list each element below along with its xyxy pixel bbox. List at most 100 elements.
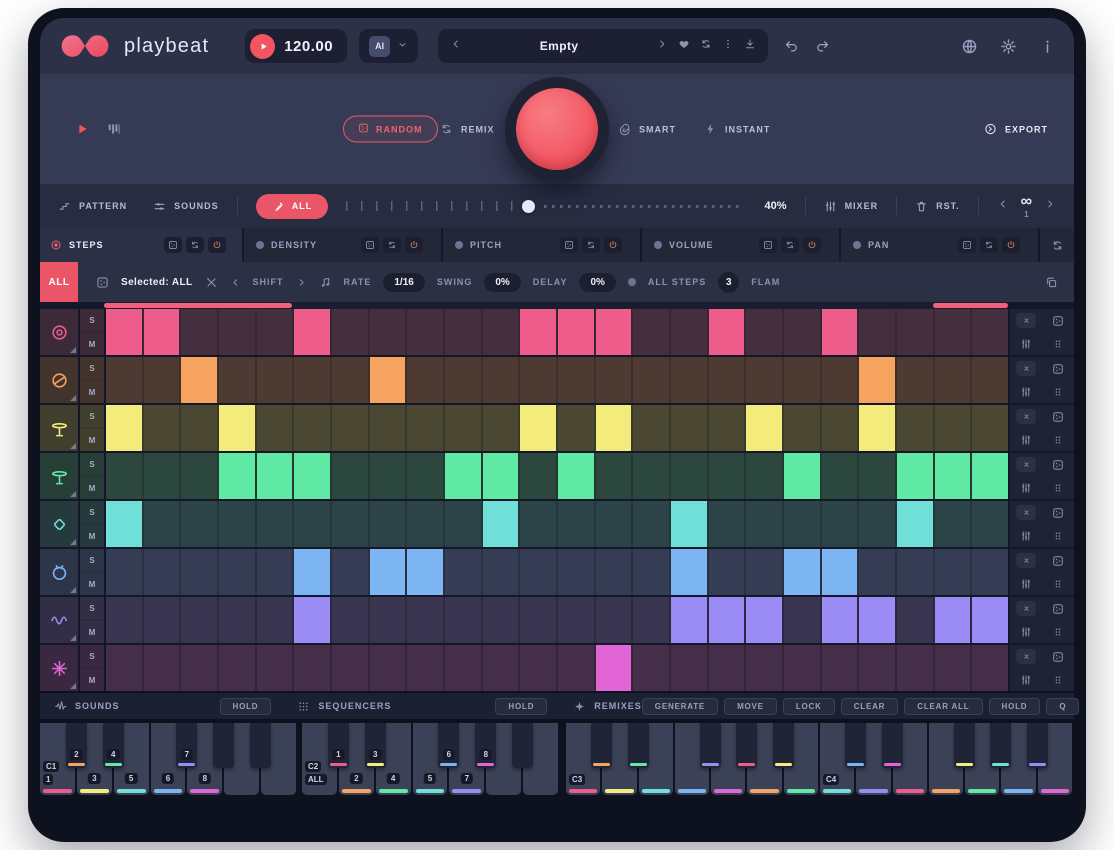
step-cell[interactable] — [558, 357, 594, 403]
step-cell[interactable] — [144, 405, 180, 451]
step-cell[interactable] — [257, 549, 293, 595]
step-cell[interactable] — [483, 549, 519, 595]
next-page-button[interactable] — [1044, 197, 1056, 215]
step-cell[interactable] — [972, 357, 1008, 403]
solo-button[interactable]: S — [80, 549, 104, 571]
step-cell[interactable] — [558, 597, 594, 643]
step-cell[interactable] — [106, 597, 142, 643]
step-cell[interactable] — [407, 549, 443, 595]
step-cell[interactable] — [106, 357, 142, 403]
step-cell[interactable] — [106, 549, 142, 595]
step-cell[interactable] — [558, 645, 594, 691]
dice-icon[interactable] — [958, 237, 976, 253]
expand-corner[interactable] — [70, 443, 76, 449]
move-button[interactable]: MOVE — [724, 698, 777, 715]
step-cell[interactable] — [445, 405, 481, 451]
step-cell[interactable] — [596, 405, 632, 451]
step-cell[interactable] — [332, 453, 368, 499]
step-cell[interactable] — [972, 645, 1008, 691]
step-cell[interactable] — [558, 549, 594, 595]
mute-button[interactable]: M — [80, 667, 104, 691]
step-cell[interactable] — [859, 405, 895, 451]
remix-button[interactable]: REMIX — [440, 123, 495, 136]
randomness-slider[interactable] — [346, 197, 746, 215]
step-cell[interactable] — [520, 597, 556, 643]
step-cell[interactable] — [294, 357, 330, 403]
step-cell[interactable] — [633, 549, 669, 595]
step-cell[interactable] — [633, 597, 669, 643]
clear-track-button[interactable] — [1016, 409, 1036, 424]
hold-button[interactable]: HOLD — [989, 698, 1041, 715]
step-cell[interactable] — [219, 453, 255, 499]
step-cell[interactable] — [596, 549, 632, 595]
pattern-tab[interactable]: PATTERN — [58, 200, 127, 213]
browser-globe-icon[interactable] — [961, 38, 978, 55]
step-cell[interactable] — [671, 405, 707, 451]
step-cell[interactable] — [332, 597, 368, 643]
expand-corner[interactable] — [70, 395, 76, 401]
random-button[interactable]: RANDOM — [343, 116, 438, 143]
solo-button[interactable]: S — [80, 405, 104, 427]
sliders-icon[interactable] — [1020, 482, 1032, 494]
step-cell[interactable] — [257, 501, 293, 547]
step-cell[interactable] — [784, 549, 820, 595]
step-cell[interactable] — [746, 501, 782, 547]
step-cell[interactable] — [784, 405, 820, 451]
power-icon[interactable] — [803, 237, 821, 253]
track-hihat-button[interactable] — [40, 405, 78, 451]
sounds-tab[interactable]: SOUNDS — [153, 200, 219, 213]
clear-button[interactable]: CLEAR — [841, 698, 899, 715]
piano-key-black[interactable]: 1 — [328, 723, 349, 768]
step-cell[interactable] — [784, 645, 820, 691]
shift-left-button[interactable] — [230, 277, 241, 288]
step-cell[interactable] — [219, 645, 255, 691]
step-cell[interactable] — [332, 405, 368, 451]
step-cell[interactable] — [407, 357, 443, 403]
step-cell[interactable] — [784, 453, 820, 499]
reset-button[interactable]: RST. — [915, 200, 960, 213]
track-tom-button[interactable] — [40, 549, 78, 595]
mute-button[interactable]: M — [80, 571, 104, 595]
step-cell[interactable] — [671, 501, 707, 547]
step-cell[interactable] — [897, 645, 933, 691]
step-cell[interactable] — [897, 501, 933, 547]
delay-value[interactable]: 0% — [579, 273, 615, 292]
drag-handle-icon[interactable] — [1052, 386, 1064, 398]
step-cell[interactable] — [822, 549, 858, 595]
step-cell[interactable] — [633, 309, 669, 355]
loop-range-indicator[interactable] — [933, 303, 1008, 308]
hold-sequencers-button[interactable]: HOLD — [495, 698, 547, 715]
solo-button[interactable]: S — [80, 501, 104, 523]
step-cell[interactable] — [935, 645, 971, 691]
step-cell[interactable] — [181, 549, 217, 595]
expand-corner[interactable] — [70, 683, 76, 689]
shuffle-icon[interactable] — [700, 37, 712, 55]
step-cell[interactable] — [709, 645, 745, 691]
generate-button[interactable]: GENERATE — [642, 698, 718, 715]
sliders-icon[interactable] — [1020, 338, 1032, 350]
step-cell[interactable] — [709, 597, 745, 643]
solo-button[interactable]: S — [80, 597, 104, 619]
step-cell[interactable] — [370, 501, 406, 547]
mute-button[interactable]: M — [80, 427, 104, 451]
loop-icon[interactable] — [582, 237, 600, 253]
info-icon[interactable] — [1039, 38, 1056, 55]
step-cell[interactable] — [972, 405, 1008, 451]
piano-key-black[interactable]: 6 — [438, 723, 459, 768]
preset-name[interactable]: Empty — [472, 39, 646, 53]
step-cell[interactable] — [671, 453, 707, 499]
range-track[interactable] — [104, 302, 1008, 309]
drag-handle-icon[interactable] — [1052, 626, 1064, 638]
smart-button[interactable]: SMART — [618, 123, 676, 136]
expand-corner[interactable] — [70, 491, 76, 497]
shift-right-button[interactable] — [296, 277, 307, 288]
dice-icon[interactable] — [1052, 555, 1064, 567]
solo-button[interactable]: S — [80, 645, 104, 667]
copy-icon[interactable] — [1045, 276, 1058, 289]
step-cell[interactable] — [106, 501, 142, 547]
step-cell[interactable] — [596, 309, 632, 355]
step-cell[interactable] — [520, 405, 556, 451]
step-cell[interactable] — [294, 549, 330, 595]
dice-icon[interactable] — [96, 276, 109, 289]
mute-button[interactable]: M — [80, 523, 104, 547]
